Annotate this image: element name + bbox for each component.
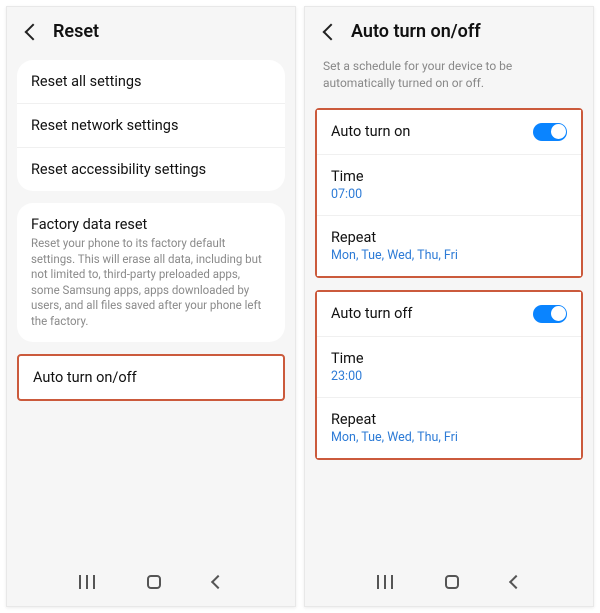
- auto-on-section: Auto turn on Time 07:00 Repeat Mon, Tue,…: [315, 108, 583, 278]
- factory-title: Factory data reset: [31, 216, 271, 233]
- back-icon[interactable]: [323, 23, 340, 40]
- auto-off-toggle[interactable]: [533, 305, 567, 323]
- auto-off-time-value: 23:00: [331, 369, 567, 384]
- auto-off-repeat-value: Mon, Tue, Wed, Thu, Fri: [331, 430, 567, 445]
- auto-on-repeat-row[interactable]: Repeat Mon, Tue, Wed, Thu, Fri: [317, 216, 581, 276]
- header: Reset: [7, 7, 295, 54]
- auto-turn-on-row[interactable]: Auto turn on: [317, 110, 581, 155]
- screen-auto-turn: Auto turn on/off Set a schedule for your…: [304, 6, 594, 607]
- factory-data-reset[interactable]: Factory data reset Reset your phone to i…: [17, 203, 285, 342]
- time-label: Time: [331, 350, 567, 367]
- auto-on-time-value: 07:00: [331, 187, 567, 202]
- home-icon[interactable]: [147, 575, 161, 589]
- factory-reset-group: Factory data reset Reset your phone to i…: [17, 203, 285, 342]
- page-subtitle: Set a schedule for your device to be aut…: [305, 54, 593, 102]
- header: Auto turn on/off: [305, 7, 593, 54]
- auto-turn-off-row[interactable]: Auto turn off: [317, 292, 581, 337]
- back-nav-icon[interactable]: [509, 575, 523, 589]
- auto-turn-onoff[interactable]: Auto turn on/off: [19, 356, 283, 399]
- reset-options-group: Reset all settings Reset network setting…: [17, 60, 285, 191]
- screen-reset: Reset Reset all settings Reset network s…: [6, 6, 296, 607]
- page-title: Auto turn on/off: [351, 21, 481, 42]
- nav-bar: [7, 564, 295, 606]
- recent-apps-icon[interactable]: [79, 581, 95, 583]
- auto-off-repeat-row[interactable]: Repeat Mon, Tue, Wed, Thu, Fri: [317, 398, 581, 458]
- auto-turn-group: Auto turn on/off: [17, 354, 285, 401]
- repeat-label: Repeat: [331, 229, 567, 246]
- auto-on-label: Auto turn on: [331, 123, 410, 140]
- auto-on-toggle[interactable]: [533, 123, 567, 141]
- page-title: Reset: [53, 21, 99, 42]
- reset-accessibility-settings[interactable]: Reset accessibility settings: [17, 148, 285, 191]
- reset-all-settings[interactable]: Reset all settings: [17, 60, 285, 104]
- home-icon[interactable]: [445, 575, 459, 589]
- time-label: Time: [331, 168, 567, 185]
- recent-apps-icon[interactable]: [377, 581, 393, 583]
- repeat-label: Repeat: [331, 411, 567, 428]
- factory-desc: Reset your phone to its factory default …: [31, 236, 271, 329]
- reset-network-settings[interactable]: Reset network settings: [17, 104, 285, 148]
- nav-bar: [305, 564, 593, 606]
- back-nav-icon[interactable]: [211, 575, 225, 589]
- auto-off-time-row[interactable]: Time 23:00: [317, 337, 581, 398]
- back-icon[interactable]: [25, 23, 42, 40]
- auto-on-time-row[interactable]: Time 07:00: [317, 155, 581, 216]
- auto-off-section: Auto turn off Time 23:00 Repeat Mon, Tue…: [315, 290, 583, 460]
- auto-off-label: Auto turn off: [331, 305, 412, 322]
- auto-on-repeat-value: Mon, Tue, Wed, Thu, Fri: [331, 248, 567, 263]
